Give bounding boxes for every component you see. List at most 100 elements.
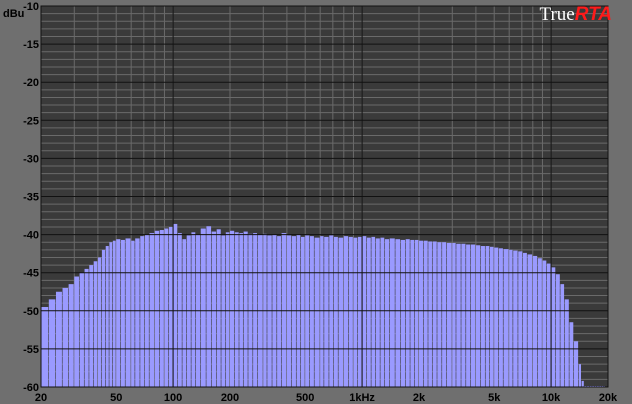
x-tick-label: 5k: [488, 392, 501, 404]
spectrum-bar: [84, 268, 89, 387]
spectrum-bar: [154, 230, 160, 387]
x-tick-label: 200: [221, 392, 239, 404]
x-tick-label: 20: [35, 392, 47, 404]
spectrum-bar: [485, 246, 490, 387]
x-tick-label: 50: [110, 392, 122, 404]
spectrum-bar: [400, 239, 406, 387]
spectrum-bar: [414, 239, 419, 387]
spectrum-bar: [490, 246, 494, 387]
x-tick-label: 1kHz: [349, 392, 375, 404]
y-tick-label: -45: [23, 268, 39, 280]
spectrum-bar: [532, 255, 538, 387]
spectrum-bar: [216, 229, 221, 387]
spectrum-bar: [120, 239, 125, 387]
spectrum-bar: [173, 223, 178, 387]
spectrum-bar: [182, 239, 187, 387]
spectrum-bar: [546, 263, 551, 387]
spectrum-bar: [301, 236, 305, 387]
spectrum-bar: [277, 236, 281, 387]
spectrum-bar: [348, 236, 353, 387]
spectrum-bar: [333, 236, 338, 387]
spectrum-bar: [573, 341, 579, 387]
spectrum-bar: [89, 265, 94, 387]
spectrum-bar: [225, 232, 230, 387]
spectrum-bar: [470, 244, 476, 387]
x-tick-label: 10k: [542, 392, 561, 404]
spectrum-bar: [177, 233, 182, 387]
spectrum-bar: [371, 236, 376, 387]
spectrum-bar: [109, 242, 113, 387]
rta-chart: -10-15-20-25-30-35-40-45-50-55-60 20 50 10…: [3, 1, 618, 404]
spectrum-bar: [131, 240, 135, 387]
spectrum-bar: [366, 237, 371, 387]
spectrum-bar: [211, 231, 217, 387]
spectrum-bar: [509, 249, 513, 387]
y-tick-label: -20: [23, 77, 39, 89]
spectrum-bar: [410, 239, 415, 387]
spectrum-bar: [555, 274, 560, 387]
spectrum-bar: [112, 240, 116, 387]
spectrum-bar: [527, 254, 533, 387]
spectrum-bar: [206, 226, 212, 387]
truerta-logo: TrueRTA: [540, 4, 613, 26]
spectrum-bar: [253, 233, 258, 387]
y-tick-label: -30: [23, 153, 39, 165]
spectrum-bar: [48, 299, 56, 387]
spectrum-bar: [55, 291, 62, 387]
spectrum-bar: [164, 228, 169, 387]
y-tick-label: -25: [23, 115, 39, 127]
logo-text-true: True: [539, 4, 575, 25]
spectrum-bar: [62, 287, 69, 387]
spectrum-bar: [581, 380, 584, 387]
spectrum-bar: [230, 230, 235, 387]
y-tick-label: -10: [23, 1, 39, 13]
logo-text-rta: RTA: [574, 4, 612, 25]
spectrum-bar: [461, 243, 466, 387]
spectrum-bar: [234, 232, 239, 387]
spectrum-bar: [314, 237, 320, 387]
spectrum-bar: [405, 239, 410, 387]
spectrum-bar: [362, 236, 367, 387]
x-tick-label: 2k: [413, 392, 426, 404]
spectrum-bar: [168, 226, 173, 387]
y-tick-label: -50: [23, 306, 39, 318]
spectrum-bar: [149, 233, 155, 387]
spectrum-bar: [428, 241, 432, 387]
y-tick-label: -15: [23, 39, 39, 51]
y-tick-label: -40: [23, 230, 39, 242]
spectrum-bar: [101, 249, 106, 387]
spectrum-bar: [569, 322, 574, 387]
spectrum-bar: [324, 236, 329, 387]
spectrum-bar: [353, 237, 358, 387]
spectrum-bar: [343, 236, 349, 387]
spectrum-bar: [442, 242, 447, 387]
spectrum-bar: [380, 237, 385, 387]
spectrum-bar: [446, 242, 452, 387]
spectrum-bar: [320, 236, 324, 387]
spectrum-bar: [494, 247, 499, 387]
spectrum-bar: [542, 260, 547, 387]
spectrum-bar: [93, 261, 98, 387]
spectrum-bar: [135, 238, 140, 387]
spectrum-bar: [140, 236, 145, 387]
spectrum-bar: [200, 228, 206, 387]
spectrum-bar: [456, 243, 461, 387]
y-tick-label: -55: [23, 344, 39, 356]
spectrum-bar: [564, 299, 569, 387]
spectrum-bar: [466, 244, 470, 387]
spectrum-bar: [518, 251, 523, 387]
spectrum-bar: [437, 242, 442, 387]
spectrum-bar: [560, 284, 565, 387]
x-axis-tick-labels: 20 50 100 200 500 1kHz 2k 5k 10k 20k: [35, 392, 618, 404]
x-tick-label: 100: [164, 392, 182, 404]
spectrum-bar: [432, 241, 437, 387]
spectrum-bar: [384, 239, 390, 387]
spectrum-bar: [125, 238, 131, 387]
spectrum-bar: [79, 272, 84, 387]
spectrum-bar: [191, 232, 196, 387]
spectrum-bar: [105, 246, 109, 387]
spectrum-bar: [375, 238, 380, 387]
spectrum-bar: [389, 238, 395, 387]
spectrum-bar: [452, 242, 456, 387]
spectrum-bar: [74, 276, 79, 387]
